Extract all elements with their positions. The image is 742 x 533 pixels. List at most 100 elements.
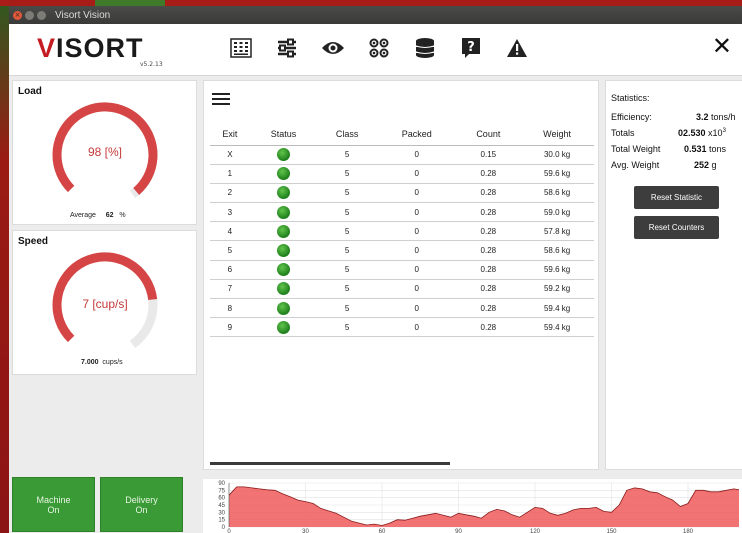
packed-cell: 0 xyxy=(376,317,457,338)
status-indicator-icon xyxy=(277,244,291,258)
table-row[interactable]: 1 5 0 0.28 59.6 kg xyxy=(210,164,594,184)
components-icon[interactable] xyxy=(367,36,391,60)
count-cell: 0.28 xyxy=(456,317,521,338)
load-history-chart-panel: 90 75 60 45 30 15 0 0 30 60 90 120 150 180 xyxy=(203,479,742,533)
keypad-icon[interactable] xyxy=(229,36,253,60)
y-tick-label: 45 xyxy=(218,503,225,509)
class-cell: 5 xyxy=(317,164,377,184)
exit-cell: 8 xyxy=(210,298,250,319)
load-title: Load xyxy=(18,86,42,97)
horizontal-scrollbar[interactable] xyxy=(210,462,450,465)
y-tick-label: 90 xyxy=(218,481,225,487)
exit-cell: 1 xyxy=(210,164,250,184)
column-header-count: Count xyxy=(456,123,521,146)
count-cell: 0.28 xyxy=(456,279,521,300)
weight-cell: 59.6 kg xyxy=(520,260,594,280)
x-tick-label: 90 xyxy=(455,529,462,533)
class-cell: 5 xyxy=(317,145,377,165)
x-tick-label: 180 xyxy=(683,529,694,533)
class-cell: 5 xyxy=(317,183,377,204)
weight-cell: 59.6 kg xyxy=(520,164,594,184)
exit-cell: 3 xyxy=(210,202,250,223)
table-row[interactable]: 9 5 0 0.28 59.4 kg xyxy=(210,317,594,338)
table-row[interactable]: 3 5 0 0.28 59.0 kg xyxy=(210,202,594,223)
help-icon[interactable]: ? xyxy=(459,36,483,60)
column-header-class: Class xyxy=(317,123,377,146)
machine-on-button[interactable]: Machine On xyxy=(12,477,95,532)
warning-icon[interactable] xyxy=(505,36,529,60)
database-icon[interactable] xyxy=(413,36,437,60)
window-close-icon[interactable]: × xyxy=(13,10,22,20)
svg-text:?: ? xyxy=(467,40,475,55)
visort-logo: VISORT xyxy=(37,33,144,63)
packed-cell: 0 xyxy=(376,145,457,165)
class-cell: 5 xyxy=(317,260,377,280)
y-tick-label: 15 xyxy=(218,518,225,524)
status-indicator-icon xyxy=(277,224,291,238)
app-header: VISORT v5.2.13 ? ✕ xyxy=(9,24,742,76)
y-tick-label: 0 xyxy=(222,525,226,531)
count-cell: 0.28 xyxy=(456,164,521,184)
exits-table: Exit Status Class Packed Count Weight X 5… xyxy=(210,123,594,338)
table-row[interactable]: 6 5 0 0.28 59.6 kg xyxy=(210,260,594,280)
eye-icon[interactable] xyxy=(321,36,345,60)
weight-cell: 58.6 kg xyxy=(520,183,594,204)
settings-sliders-icon[interactable] xyxy=(275,36,299,60)
y-tick-label: 75 xyxy=(218,488,225,494)
exit-cell: 6 xyxy=(210,260,250,280)
x-tick-label: 60 xyxy=(379,529,386,533)
class-cell: 5 xyxy=(317,317,377,338)
toolbar: ? xyxy=(229,36,551,60)
load-history-chart: 90756045301500 30 60 90 120 150 180 xyxy=(218,481,740,533)
packed-cell: 0 xyxy=(376,221,457,242)
close-icon[interactable]: ✕ xyxy=(712,34,732,58)
y-tick-label: 30 xyxy=(218,510,225,516)
window-minimize-icon[interactable] xyxy=(25,10,34,20)
status-cell xyxy=(249,202,318,223)
speed-title: Speed xyxy=(18,236,49,247)
hamburger-menu-icon[interactable] xyxy=(212,93,230,108)
status-indicator-icon xyxy=(277,186,291,200)
table-row[interactable]: 8 5 0 0.28 59.4 kg xyxy=(210,298,594,319)
status-cell xyxy=(249,240,318,261)
table-row[interactable]: 2 5 0 0.28 58.6 kg xyxy=(210,183,594,204)
load-average: Average 62 % xyxy=(70,212,126,219)
table-row[interactable]: 5 5 0 0.28 58.6 kg xyxy=(210,240,594,261)
status-indicator-icon xyxy=(277,282,291,296)
x-tick-label: 0 xyxy=(227,529,231,533)
totals-value: 02.530 x103 xyxy=(678,128,726,138)
delivery-on-button[interactable]: Delivery On xyxy=(100,477,183,532)
class-cell: 5 xyxy=(317,240,377,261)
version-label: v5.2.13 xyxy=(140,61,163,68)
total-weight-value: 0.531 tons xyxy=(684,144,727,154)
table-row[interactable]: 4 5 0 0.28 57.8 kg xyxy=(210,221,594,242)
status-cell xyxy=(249,317,318,338)
table-row[interactable]: X 5 0 0.15 30.0 kg xyxy=(210,145,594,165)
exit-cell: 7 xyxy=(210,279,250,300)
count-cell: 0.28 xyxy=(456,240,521,261)
table-row[interactable]: 7 5 0 0.28 59.2 kg xyxy=(210,279,594,300)
exit-cell: 9 xyxy=(210,317,250,338)
packed-cell: 0 xyxy=(376,279,457,300)
weight-cell: 59.0 kg xyxy=(520,202,594,223)
window-maximize-icon[interactable] xyxy=(37,10,46,20)
table-header-row: Exit Status Class Packed Count Weight xyxy=(210,123,594,146)
count-cell: 0.28 xyxy=(456,221,521,242)
class-cell: 5 xyxy=(317,202,377,223)
exit-cell: 5 xyxy=(210,240,250,261)
packed-cell: 0 xyxy=(376,240,457,261)
load-panel: Load 98 [%] Average 62 % xyxy=(12,80,197,225)
column-header-status: Status xyxy=(249,123,318,146)
column-header-exit: Exit xyxy=(210,123,250,146)
avg-weight-value: 252 g xyxy=(694,160,717,170)
exit-cell: X xyxy=(210,145,250,165)
status-indicator-icon xyxy=(277,205,291,219)
reset-statistic-button[interactable]: Reset Statistic xyxy=(634,186,719,209)
desktop-background xyxy=(0,0,9,533)
machine-state: On xyxy=(47,504,60,515)
x-tick-label: 120 xyxy=(530,529,541,533)
reset-counters-button[interactable]: Reset Counters xyxy=(634,216,719,239)
status-indicator-icon xyxy=(277,301,291,315)
window-title: Visort Vision xyxy=(55,9,111,21)
packed-cell: 0 xyxy=(376,183,457,204)
